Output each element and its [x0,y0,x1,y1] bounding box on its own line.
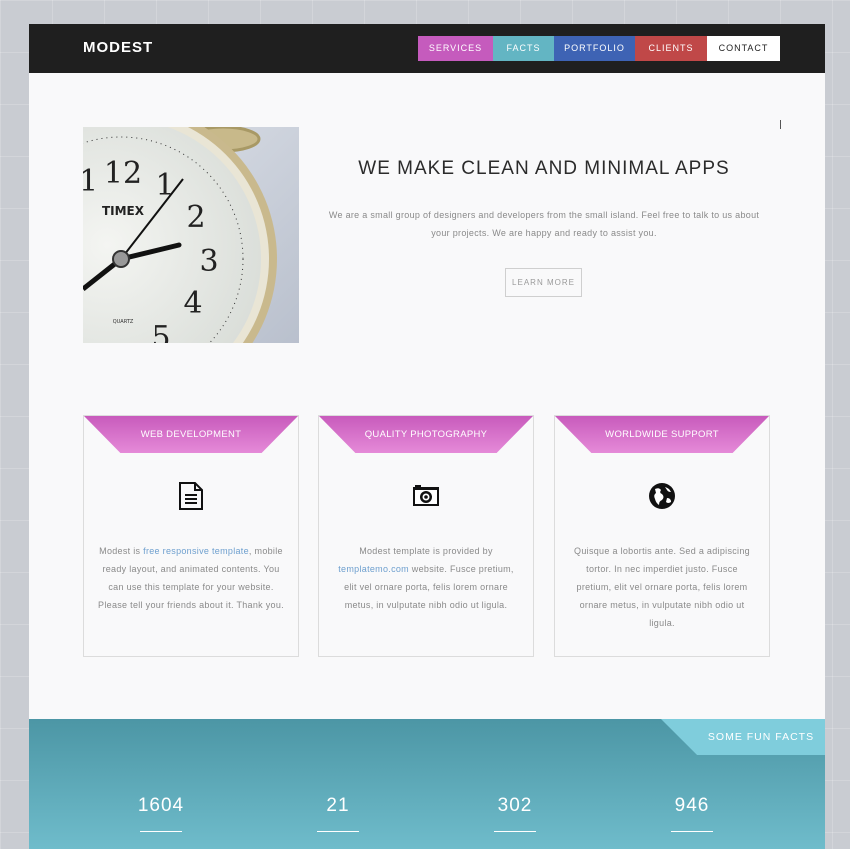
facts-tab-label: SOME FUN FACTS [707,731,815,743]
document-icon [179,482,203,510]
dial-4: 4 [183,286,202,321]
fact-item: 302 [465,795,565,832]
dial-5: 5 [151,320,170,343]
fact-item: 946 [642,795,742,832]
fact-item: 1604 [111,795,211,832]
fact-number: 21 [326,795,350,816]
fun-facts-section: SOME FUN FACTS 1604 21 302 946 [29,719,825,849]
fact-divider [317,831,359,832]
hero-description: We are a small group of designers and de… [328,210,760,238]
fact-divider [140,831,182,832]
fact-divider [494,831,536,832]
card-title: QUALITY PHOTOGRAPHY [364,429,488,440]
hero-title: WE MAKE CLEAN AND MINIMAL APPS [358,158,730,179]
dial-11: 11 [83,164,98,199]
clock-quartz: QUARTZ [113,319,134,325]
fact-number: 302 [497,795,533,816]
card-text: Modest is free responsive template, mobi… [98,542,284,614]
dial-2: 2 [186,200,205,235]
nav-portfolio[interactable]: PORTFOLIO [554,36,635,61]
templatemo-link[interactable]: templatemo.com [338,564,409,574]
fact-item: 21 [288,795,388,832]
nav-services[interactable]: SERVICES [418,36,493,61]
card-text-start: Quisque a lobortis ante. Sed a adipiscin… [574,546,750,628]
card-title: WORLDWIDE SUPPORT [605,429,719,440]
camera-icon [413,485,439,506]
main-nav: SERVICES FACTS PORTFOLIO CLIENTS CONTACT [418,36,780,61]
top-navbar: MODEST SERVICES FACTS PORTFOLIO CLIENTS … [29,24,825,73]
service-card-web-development: WEB DEVELOPMENT Modest is free responsiv… [83,415,299,657]
text-cursor [780,120,781,129]
card-text: Modest template is provided by templatem… [333,542,519,614]
fact-divider [671,831,713,832]
free-template-link[interactable]: free responsive template [143,546,249,556]
dial-12: 12 [104,156,142,191]
clock-brand: TIMEX [102,204,145,218]
nav-facts[interactable]: FACTS [493,36,554,61]
learn-more-button[interactable]: LEARN MORE [505,268,582,297]
card-text: Quisque a lobortis ante. Sed a adipiscin… [569,542,755,632]
fact-number: 1604 [137,795,185,816]
fact-number: 946 [674,795,710,816]
service-card-worldwide-support: WORLDWIDE SUPPORT Quisque a lobortis ant… [554,415,770,657]
hero-clock-image: 12 1 2 3 4 5 11 TIMEX QUARTZ [83,127,299,343]
card-text-start: Modest template is provided by [359,546,493,556]
site-logo[interactable]: MODEST [83,39,153,56]
page: MODEST SERVICES FACTS PORTFOLIO CLIENTS … [29,24,825,849]
service-card-quality-photography: QUALITY PHOTOGRAPHY Modest template is p… [318,415,534,657]
nav-contact[interactable]: CONTACT [707,36,780,61]
card-text-start: Modest is [99,546,144,556]
globe-icon [649,483,675,509]
dial-3: 3 [199,244,218,279]
dial-1: 1 [155,168,174,203]
card-title: WEB DEVELOPMENT [140,429,242,440]
nav-clients[interactable]: CLIENTS [635,36,707,61]
